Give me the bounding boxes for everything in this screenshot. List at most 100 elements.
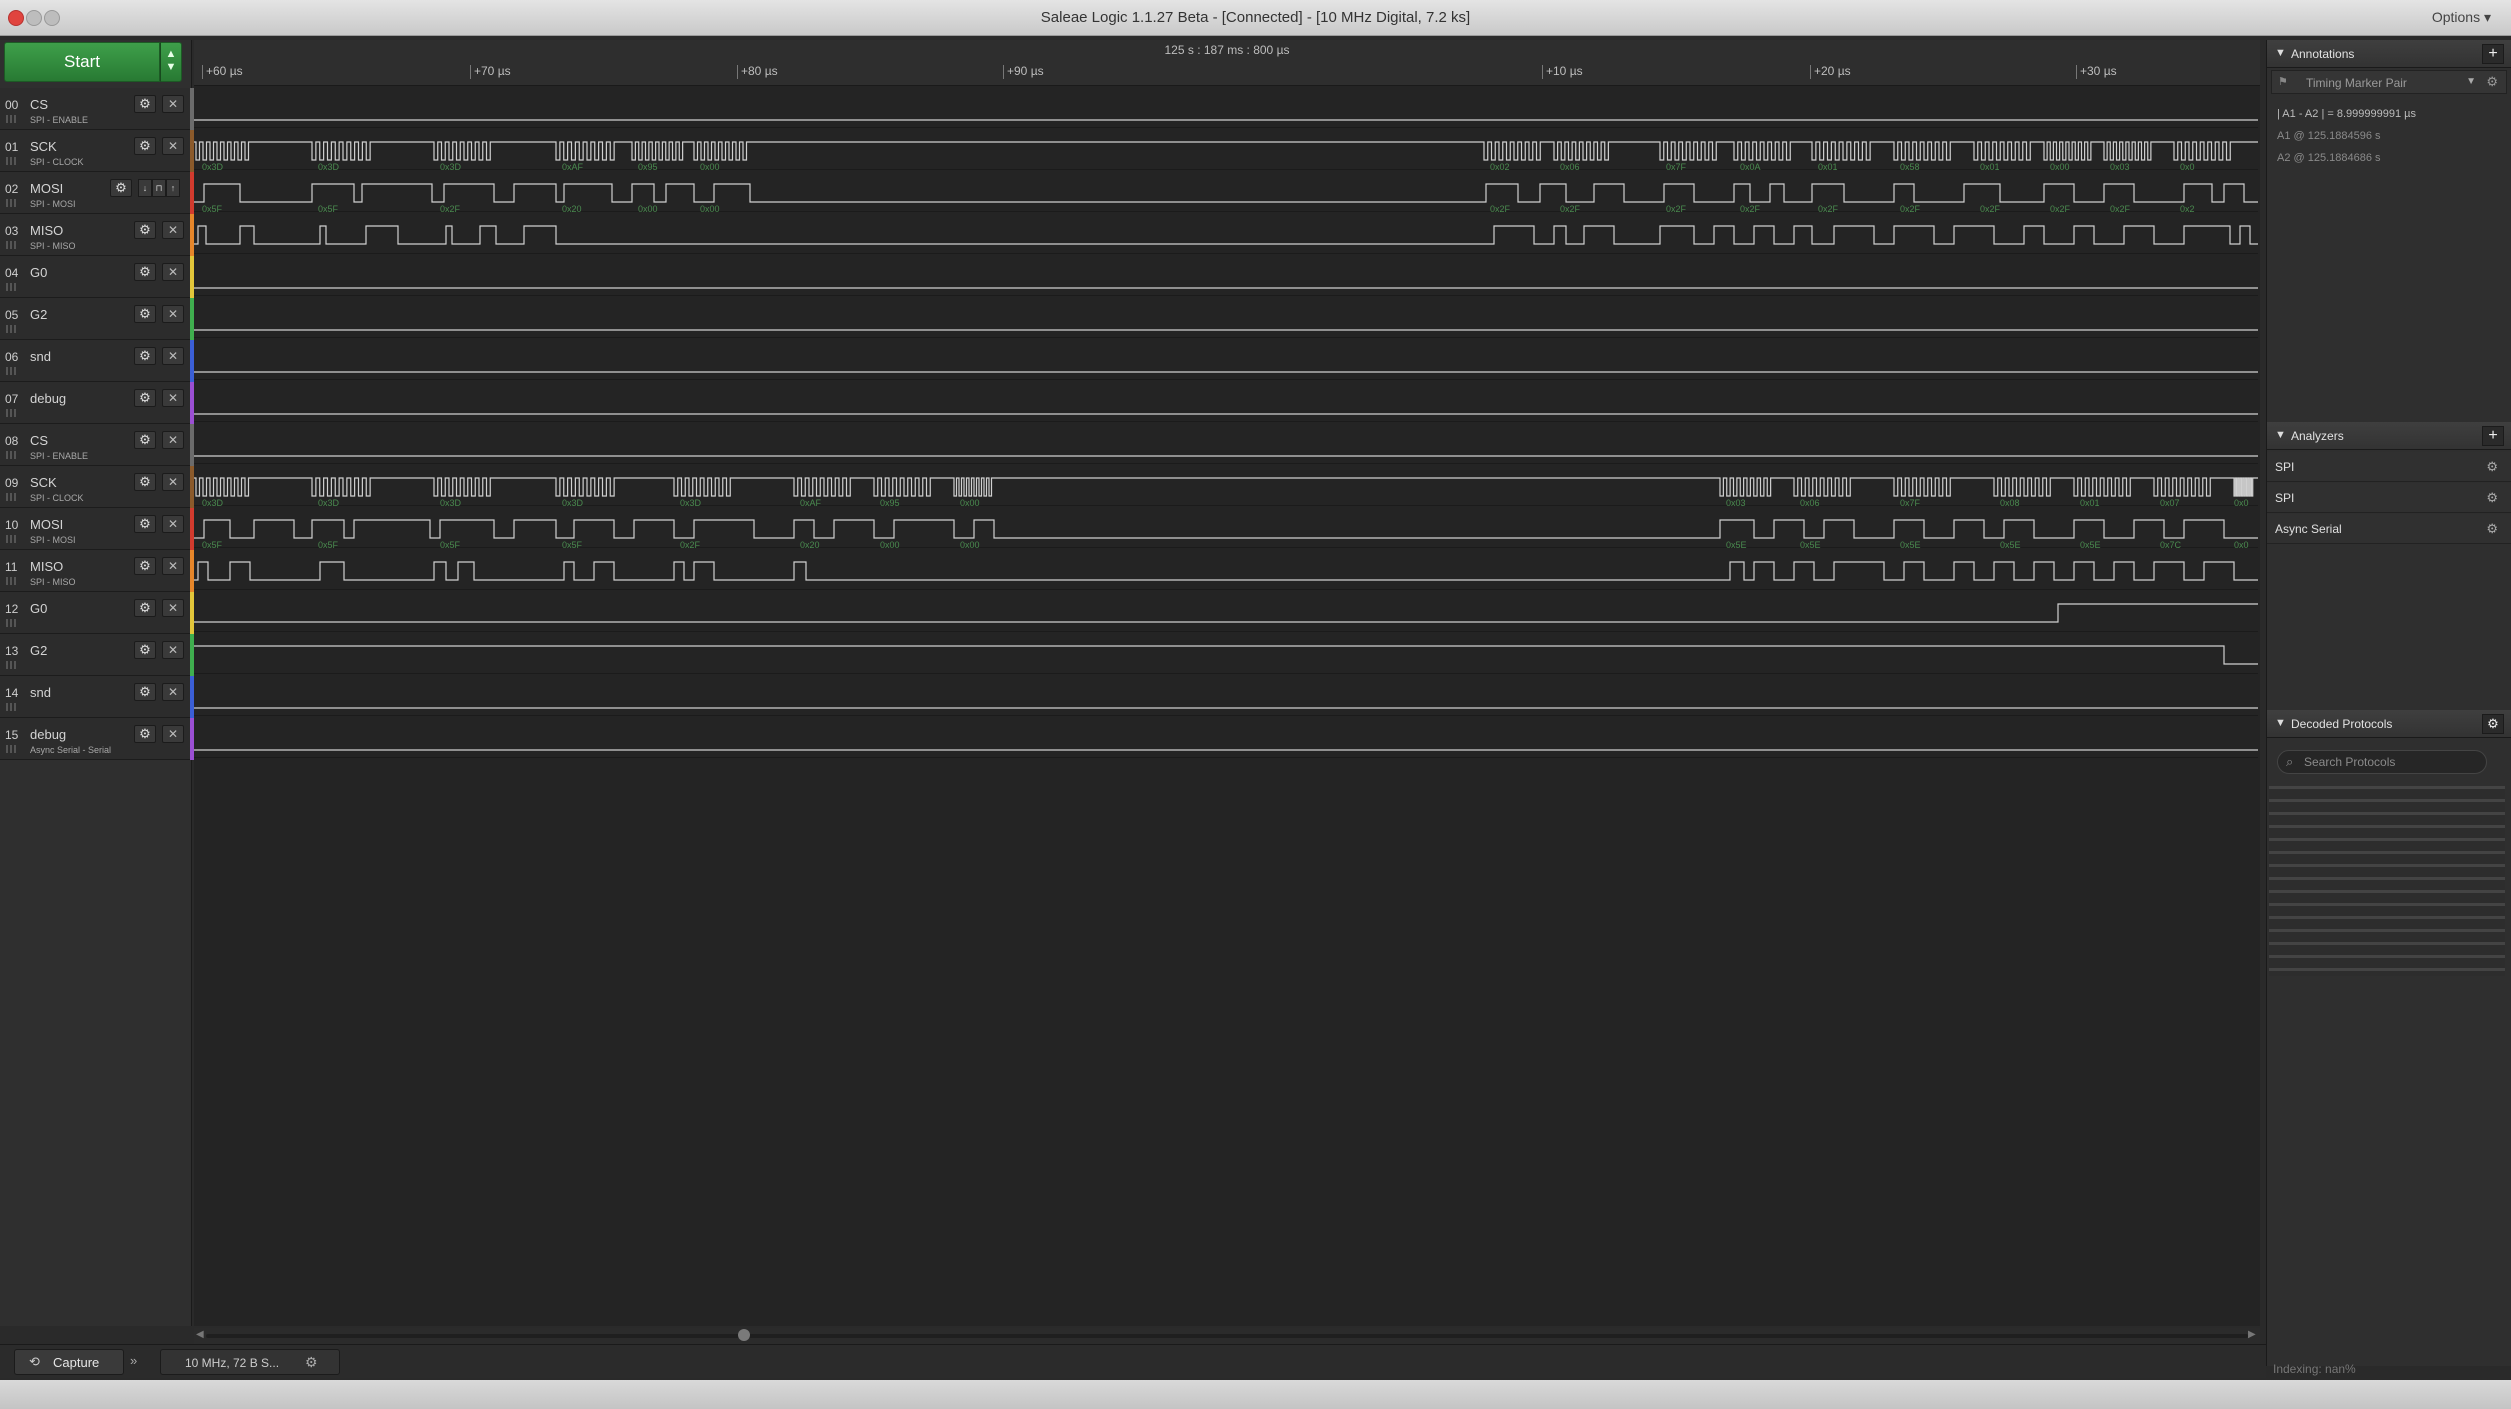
expand-tabs-icon[interactable]: »: [130, 1353, 137, 1368]
annotations-header[interactable]: ▼ Annotations +: [2267, 40, 2511, 68]
scroll-right-icon[interactable]: ▶: [2248, 1329, 2256, 1340]
session-tab[interactable]: 10 MHz, 72 B S... ⚙: [160, 1349, 340, 1375]
channel-gear-icon[interactable]: ⚙: [134, 347, 156, 365]
drag-handle-icon[interactable]: [6, 115, 16, 123]
channel-name[interactable]: SCK: [30, 139, 57, 154]
drag-handle-icon[interactable]: [6, 409, 16, 417]
channel-name[interactable]: debug: [30, 727, 66, 742]
decoded-protocols-header[interactable]: ▼ Decoded Protocols ⚙: [2267, 710, 2511, 738]
collapse-triangle-icon[interactable]: ▼: [2275, 429, 2286, 441]
channel-close-icon[interactable]: ✕: [162, 389, 184, 407]
channel-close-icon[interactable]: ✕: [162, 431, 184, 449]
channel-close-icon[interactable]: ✕: [162, 305, 184, 323]
drag-handle-icon[interactable]: [6, 619, 16, 627]
channel-name[interactable]: G0: [30, 601, 47, 616]
channel-name[interactable]: MISO: [30, 559, 63, 574]
channel-name[interactable]: snd: [30, 685, 51, 700]
channel-row[interactable]: 02 MOSI SPI - MOSI ⚙ ↓ ⊓ ↑: [0, 172, 194, 214]
time-ruler[interactable]: 125 s : 187 ms : 800 µs +60 µs +70 µs +80 …: [194, 40, 2260, 86]
channel-gear-icon[interactable]: ⚙: [134, 599, 156, 617]
channel-gear-icon[interactable]: ⚙: [134, 515, 156, 533]
drag-handle-icon[interactable]: [6, 367, 16, 375]
channel-close-icon[interactable]: ✕: [162, 347, 184, 365]
drag-handle-icon[interactable]: [6, 661, 16, 669]
channel-row[interactable]: 13 G2 ⚙ ✕: [0, 634, 194, 676]
analyzer-item[interactable]: Async Serial ⚙: [2267, 514, 2511, 544]
channel-gear-icon[interactable]: ⚙: [134, 725, 156, 743]
drag-handle-icon[interactable]: [6, 577, 16, 585]
channel-close-icon[interactable]: ✕: [162, 641, 184, 659]
drag-handle-icon[interactable]: [6, 157, 16, 165]
channel-gear-icon[interactable]: ⚙: [134, 221, 156, 239]
analyzer-gear-icon[interactable]: ⚙: [2486, 521, 2498, 537]
protocol-search-box[interactable]: ⌕: [2277, 750, 2487, 774]
channel-close-icon[interactable]: ✕: [162, 221, 184, 239]
channel-close-icon[interactable]: ✕: [162, 473, 184, 491]
channel-close-icon[interactable]: ✕: [162, 599, 184, 617]
channel-row[interactable]: 08 CS SPI - ENABLE ⚙ ✕: [0, 424, 194, 466]
channel-close-icon[interactable]: ✕: [162, 95, 184, 113]
channel-row[interactable]: 01 SCK SPI - CLOCK ⚙ ✕: [0, 130, 194, 172]
channel-row[interactable]: 06 snd ⚙ ✕: [0, 340, 194, 382]
channel-close-icon[interactable]: ✕: [162, 263, 184, 281]
channel-row[interactable]: 04 G0 ⚙ ✕: [0, 256, 194, 298]
channel-gear-icon[interactable]: ⚙: [134, 431, 156, 449]
channel-row[interactable]: 15 debug Async Serial - Serial ⚙ ✕: [0, 718, 194, 760]
drag-handle-icon[interactable]: [6, 283, 16, 291]
trigger-pulse-icon[interactable]: ⊓: [152, 179, 166, 197]
channel-gear-icon[interactable]: ⚙: [134, 683, 156, 701]
channel-row[interactable]: 07 debug ⚙ ✕: [0, 382, 194, 424]
channel-close-icon[interactable]: ✕: [162, 683, 184, 701]
channel-row[interactable]: 10 MOSI SPI - MOSI ⚙ ✕: [0, 508, 194, 550]
channel-gear-icon[interactable]: ⚙: [134, 557, 156, 575]
analyzer-item[interactable]: SPI ⚙: [2267, 452, 2511, 482]
channel-row[interactable]: 14 snd ⚙ ✕: [0, 676, 194, 718]
drag-handle-icon[interactable]: [6, 451, 16, 459]
marker-dropdown-icon[interactable]: ▼: [2466, 76, 2476, 87]
channel-gear-icon[interactable]: ⚙: [134, 473, 156, 491]
capture-tab[interactable]: ⟲ Capture: [14, 1349, 124, 1375]
channel-gear-icon[interactable]: ⚙: [110, 179, 132, 197]
options-menu[interactable]: Options ▾: [2432, 9, 2491, 26]
channel-close-icon[interactable]: ✕: [162, 137, 184, 155]
start-options-arrows[interactable]: ▲ ▼: [160, 42, 182, 82]
scroll-left-icon[interactable]: ◀: [196, 1329, 204, 1340]
channel-gear-icon[interactable]: ⚙: [134, 95, 156, 113]
session-gear-icon[interactable]: ⚙: [305, 1354, 318, 1371]
channel-name[interactable]: MOSI: [30, 181, 63, 196]
channel-name[interactable]: MOSI: [30, 517, 63, 532]
channel-gear-icon[interactable]: ⚙: [134, 137, 156, 155]
channel-gear-icon[interactable]: ⚙: [134, 263, 156, 281]
collapse-triangle-icon[interactable]: ▼: [2275, 47, 2286, 59]
add-annotation-button[interactable]: +: [2482, 44, 2504, 64]
channel-row[interactable]: 00 CS SPI - ENABLE ⚙ ✕: [0, 88, 194, 130]
add-analyzer-button[interactable]: +: [2482, 426, 2504, 446]
horizontal-scrollbar[interactable]: ◀ ▶: [194, 1328, 2260, 1344]
decoded-protocols-gear-icon[interactable]: ⚙: [2482, 714, 2504, 734]
drag-handle-icon[interactable]: [6, 535, 16, 543]
channel-name[interactable]: SCK: [30, 475, 57, 490]
channel-name[interactable]: G0: [30, 265, 47, 280]
marker-gear-icon[interactable]: ⚙: [2486, 74, 2498, 90]
analyzers-header[interactable]: ▼ Analyzers +: [2267, 422, 2511, 450]
channel-close-icon[interactable]: ✕: [162, 557, 184, 575]
channel-name[interactable]: MISO: [30, 223, 63, 238]
channel-name[interactable]: G2: [30, 643, 47, 658]
channel-close-icon[interactable]: ✕: [162, 515, 184, 533]
decoded-protocols-list[interactable]: [2269, 786, 2505, 976]
channel-row[interactable]: 05 G2 ⚙ ✕: [0, 298, 194, 340]
search-input[interactable]: [2304, 754, 2480, 770]
channel-row[interactable]: 09 SCK SPI - CLOCK ⚙ ✕: [0, 466, 194, 508]
waveform-area[interactable]: 125 s : 187 ms : 800 µs +60 µs +70 µs +80 …: [194, 40, 2260, 1344]
channel-gear-icon[interactable]: ⚙: [134, 305, 156, 323]
channel-gear-icon[interactable]: ⚙: [134, 389, 156, 407]
channel-gear-icon[interactable]: ⚙: [134, 641, 156, 659]
channel-name[interactable]: debug: [30, 391, 66, 406]
channel-name[interactable]: G2: [30, 307, 47, 322]
scroll-thumb[interactable]: [738, 1329, 750, 1341]
drag-handle-icon[interactable]: [6, 241, 16, 249]
drag-handle-icon[interactable]: [6, 703, 16, 711]
channel-name[interactable]: CS: [30, 433, 48, 448]
collapse-triangle-icon[interactable]: ▼: [2275, 717, 2286, 729]
channel-row[interactable]: 03 MISO SPI - MISO ⚙ ✕: [0, 214, 194, 256]
